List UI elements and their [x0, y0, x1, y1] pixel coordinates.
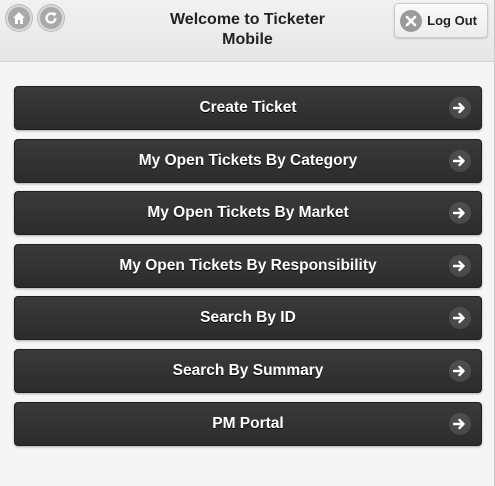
menu-item-label: Search By ID — [200, 309, 296, 327]
page-title-line1: Welcome to Ticketer — [169, 11, 326, 28]
header-bar: Welcome to Ticketer Mobile Log Out — [0, 0, 494, 62]
refresh-icon — [45, 12, 57, 24]
refresh-button[interactable] — [38, 5, 64, 31]
menu-item-label: Create Ticket — [199, 99, 297, 116]
menu-item-open-tickets-by-market[interactable]: My Open Tickets By Market — [14, 191, 482, 236]
menu-item-create-ticket[interactable]: Create Ticket — [14, 86, 482, 130]
menu-item-open-tickets-by-category[interactable]: My Open Tickets By Category — [14, 138, 482, 183]
menu-item-open-tickets-by-responsibility[interactable]: My Open Tickets By Responsibility — [14, 243, 482, 288]
menu-item-label: My Open Tickets By Market — [147, 204, 349, 222]
menu-item-pm-portal[interactable]: PM Portal — [14, 401, 482, 446]
menu-item-label: My Open Tickets By Category — [138, 151, 358, 169]
logout-label: Log Out — [427, 13, 477, 28]
page-title-line2: Mobile — [222, 31, 273, 48]
home-button[interactable] — [6, 5, 32, 31]
arrow-right-icon — [449, 254, 471, 277]
menu-item-label: Search By Summary — [172, 361, 324, 379]
logout-button[interactable]: Log Out — [394, 3, 488, 38]
arrow-right-icon — [449, 149, 471, 172]
close-icon — [400, 9, 423, 32]
arrow-right-icon — [449, 97, 471, 119]
page-title: Welcome to Ticketer Mobile — [120, 10, 375, 50]
main-menu: Create Ticket My Open Tickets By Categor… — [14, 86, 482, 454]
menu-item-search-by-id[interactable]: Search By ID — [14, 296, 482, 341]
menu-item-search-by-summary[interactable]: Search By Summary — [14, 348, 482, 393]
arrow-right-icon — [449, 412, 471, 435]
home-icon — [13, 12, 25, 24]
menu-item-label: PM Portal — [212, 414, 284, 432]
menu-item-label: My Open Tickets By Responsibility — [119, 256, 377, 274]
app-window: Welcome to Ticketer Mobile Log Out Creat… — [0, 0, 495, 486]
arrow-right-icon — [449, 359, 471, 382]
